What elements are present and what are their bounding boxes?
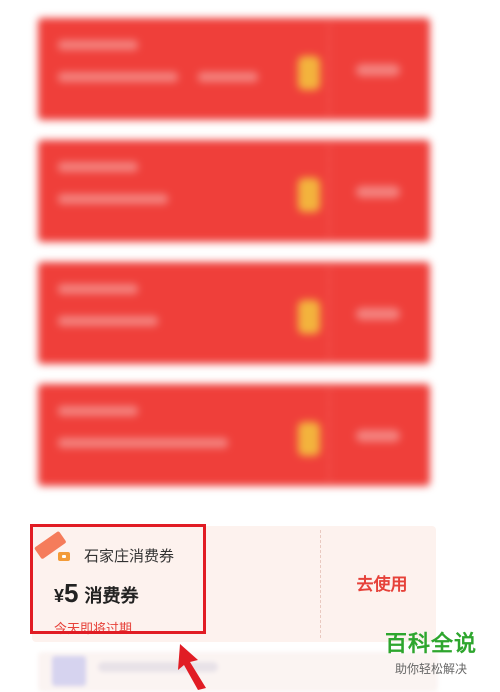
- coupon-card-blurred[interactable]: [38, 384, 430, 486]
- thumbnail-image: [52, 656, 86, 686]
- coupon-divider: [320, 530, 321, 638]
- use-coupon-button[interactable]: 去使用: [332, 570, 432, 595]
- coin-icon: [298, 300, 320, 334]
- highlight-box: [30, 524, 206, 634]
- coupon-card-blurred[interactable]: [38, 262, 430, 364]
- coupon-card-blurred[interactable]: [38, 140, 430, 242]
- pointer-arrow-icon: [178, 644, 206, 690]
- coin-icon: [298, 178, 320, 212]
- watermark-title: 百科全说: [384, 631, 477, 656]
- watermark-subtitle: 助你轻松解决: [394, 662, 467, 676]
- coin-icon: [298, 422, 320, 456]
- coupon-card-blurred[interactable]: [38, 18, 430, 120]
- watermark: 百科全说 助你轻松解决: [372, 626, 490, 677]
- coin-icon: [298, 56, 320, 90]
